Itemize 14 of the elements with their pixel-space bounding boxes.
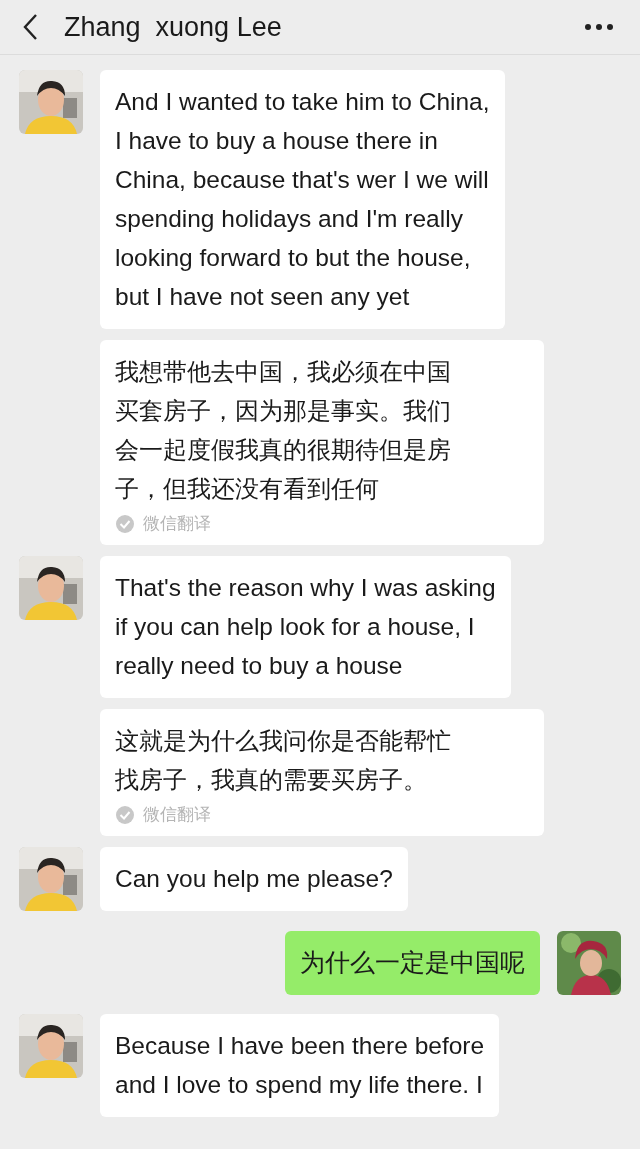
translation-text: 我想带他去中国，我必须在中国 买套房子，因为那是事实。我们 会一起度假我真的很期待但是房 子，但我还没有看到任何	[115, 357, 452, 504]
message-text: Can you help me please?	[115, 864, 393, 894]
translation-text: 这就是为什么我问你是否能帮忙 找房子，我真的需要买房子。	[115, 726, 452, 795]
message-text: And I wanted to take him to China, I have to buy a house there in China, because that's wer I we will spending holidays and I'm really looking forward to but the house, but I have not seen any yet	[115, 87, 490, 312]
chat-title: Zhang xuong Lee	[64, 11, 283, 43]
more-icon[interactable]	[584, 23, 614, 31]
message-text: That's the reason why I was asking if you can help look for a house, I really need to buy a house	[115, 573, 496, 681]
message-text: Because I have been there before and I love to spend my life there. I	[115, 1031, 485, 1100]
message-text: 为什么一定是中国呢	[300, 948, 525, 978]
check-icon	[115, 513, 135, 534]
translation-label: 微信翻译	[143, 804, 211, 826]
check-icon	[115, 804, 135, 825]
back-icon[interactable]	[22, 13, 38, 41]
translation-label: 微信翻译	[143, 513, 211, 535]
